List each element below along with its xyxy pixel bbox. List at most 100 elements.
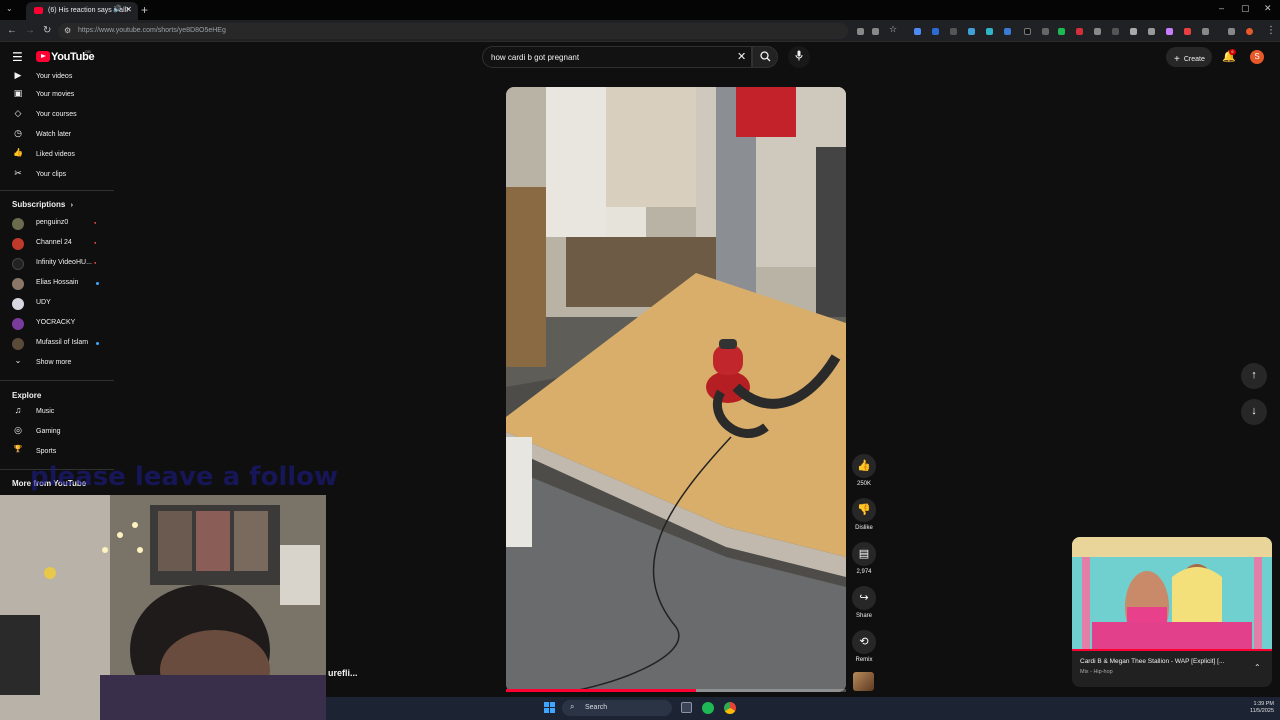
extension-icon[interactable] [932, 28, 939, 35]
shorts-video-player[interactable] [506, 87, 846, 692]
tab-close-icon[interactable]: ✕ [125, 5, 132, 14]
search-query-text: how cardi b got pregnant [491, 53, 580, 62]
music-icon: ♫ [14, 405, 22, 415]
like-button[interactable]: 👍 250K [852, 454, 876, 487]
speaker-icon[interactable]: 🔊 [113, 5, 122, 13]
channel-avatar [12, 258, 24, 270]
voice-search-button[interactable] [788, 46, 810, 68]
sidebar-item-infinity-videohu[interactable]: Infinity VideoHU... ● [0, 254, 116, 274]
maximize-button[interactable]: ▢ [1241, 3, 1250, 14]
back-arrow-icon[interactable]: ← [7, 25, 17, 36]
side-panel-icon[interactable] [1228, 28, 1235, 35]
system-clock[interactable]: 1:39 PM 11/5/2025 [1250, 701, 1274, 715]
expand-chevron-icon[interactable]: ⌃ [1254, 663, 1261, 672]
extension-icon[interactable] [1166, 28, 1173, 35]
show-more-button[interactable]: ⌄ Show more [0, 354, 116, 374]
sidebar-item-udy[interactable]: UDY [0, 294, 116, 314]
notification-count-badge: 6 [1229, 49, 1236, 55]
sidebar-item-channel-24[interactable]: Channel 24 ● [0, 234, 116, 254]
previous-short-button[interactable]: ↑ [1241, 363, 1267, 389]
extension-icon[interactable] [1042, 28, 1049, 35]
clear-search-icon[interactable]: ✕ [737, 50, 746, 63]
channel-avatar [12, 278, 24, 290]
sidebar-item-yocracky[interactable]: YOCRACKY [0, 314, 116, 334]
address-bar[interactable]: ⚙ https://www.youtube.com/shorts/ye8D8O5… [58, 23, 848, 39]
extension-icon[interactable] [1076, 28, 1083, 35]
account-avatar[interactable]: S [1250, 50, 1264, 64]
sidebar-item-liked-videos[interactable]: 👍 Liked videos [0, 146, 116, 166]
comments-button[interactable]: ▤ 2,974 [852, 542, 876, 575]
extension-icon[interactable] [968, 28, 975, 35]
sidebar-item-label: Channel 24 [36, 239, 72, 246]
task-view-icon[interactable] [681, 702, 692, 713]
next-short-button[interactable]: ↓ [1241, 399, 1267, 425]
mini-player-title[interactable]: Cardi B & Megan Thee Stallion - WAP [Exp… [1080, 658, 1255, 665]
subscriptions-heading[interactable]: Subscriptions › [12, 200, 73, 209]
chrome-icon[interactable] [724, 702, 736, 714]
url-text: https://www.youtube.com/shorts/ye8D8O5eH… [78, 27, 226, 34]
bookmark-star-icon[interactable]: ☆ [889, 24, 897, 34]
sidebar-item-your-courses[interactable]: ◇ Your courses [0, 106, 116, 126]
profile-avatar[interactable] [1246, 28, 1253, 35]
new-tab-button[interactable]: + [141, 3, 148, 17]
sidebar-item-mufassil-of-islam[interactable]: Mufassil of Islam [0, 334, 116, 354]
extension-icon[interactable] [1004, 28, 1011, 35]
extension-icon[interactable] [1024, 28, 1031, 35]
mini-player-progress[interactable] [1072, 649, 1272, 651]
create-button[interactable]: + Create [1166, 47, 1212, 67]
movies-icon: ▣ [13, 88, 23, 98]
site-info-icon[interactable]: ⚙ [64, 26, 71, 35]
hamburger-menu-icon[interactable]: ☰ [12, 50, 23, 64]
install-icon[interactable] [857, 28, 864, 35]
extension-icon[interactable] [1094, 28, 1101, 35]
webcam-feed [0, 495, 326, 720]
taskbar-search-box[interactable]: ⌕ Search [562, 700, 672, 716]
sidebar-item-penguinz0[interactable]: penguinz0 ● [0, 214, 116, 234]
share-button[interactable]: ↪ Share [852, 586, 876, 619]
close-window-button[interactable]: ✕ [1264, 3, 1272, 14]
windows-start-icon[interactable] [544, 702, 556, 714]
sound-thumbnail[interactable] [853, 672, 874, 691]
extension-icon[interactable] [1130, 28, 1137, 35]
extension-icon[interactable] [950, 28, 957, 35]
extension-icon[interactable] [986, 28, 993, 35]
sidebar-item-music[interactable]: ♫ Music [0, 403, 116, 423]
create-label: Create [1183, 56, 1205, 63]
extension-icon[interactable] [1184, 28, 1191, 35]
extension-icon[interactable] [1112, 28, 1119, 35]
remix-button[interactable]: ⟲ Remix [852, 630, 876, 663]
channel-avatar [12, 318, 24, 330]
sidebar-item-your-clips[interactable]: ✂ Your clips [0, 166, 116, 186]
extension-icon[interactable] [1148, 28, 1155, 35]
search-icon: ⌕ [570, 702, 575, 711]
sidebar-item-your-movies[interactable]: ▣ Your movies [0, 86, 116, 106]
youtube-logo-icon[interactable] [36, 51, 50, 62]
extensions-puzzle-icon[interactable] [1202, 28, 1209, 35]
forward-arrow-icon[interactable]: → [25, 25, 35, 36]
search-button[interactable] [752, 46, 778, 68]
live-indicator-icon: ● [94, 260, 97, 265]
spotify-icon[interactable] [702, 702, 714, 714]
minimize-button[interactable]: – [1219, 3, 1224, 13]
channel-avatar [12, 238, 24, 250]
remix-icon: ⟲ [852, 630, 876, 654]
reload-icon[interactable]: ↻ [43, 25, 51, 36]
translate-icon[interactable] [872, 28, 879, 35]
search-input[interactable]: how cardi b got pregnant ✕ [482, 46, 752, 68]
sidebar-item-sports[interactable]: 🏆 Sports [0, 443, 116, 463]
sidebar-item-gaming[interactable]: ◎ Gaming [0, 423, 116, 443]
sidebar-item-label: Elias Hossain [36, 279, 79, 286]
browser-tab-active[interactable]: (6) His reaction says it all! 🔊 ✕ [26, 2, 138, 20]
sidebar-item-label: UDY [36, 299, 51, 306]
scissors-icon: ✂ [14, 168, 22, 178]
browser-menu-icon[interactable]: ⋮ [1266, 25, 1276, 36]
sidebar-item-your-videos[interactable]: ▶ Your videos [0, 68, 116, 88]
extension-icon[interactable] [1058, 28, 1065, 35]
mini-player[interactable]: Cardi B & Megan Thee Stallion - WAP [Exp… [1072, 537, 1272, 687]
extension-icon[interactable] [914, 28, 921, 35]
sidebar-item-watch-later[interactable]: ◷ Watch later [0, 126, 116, 146]
sidebar-item-elias-hossain[interactable]: Elias Hossain [0, 274, 116, 294]
dislike-button[interactable]: 👎 Dislike [852, 498, 876, 531]
video-progress-bar[interactable] [506, 689, 846, 692]
tab-search-icon[interactable]: ⌄ [6, 4, 13, 13]
